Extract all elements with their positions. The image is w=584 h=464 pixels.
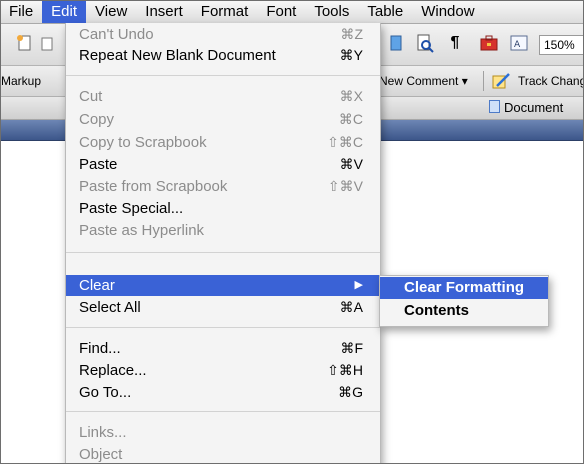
menu-item-clear[interactable]: Clear ▶ [66, 275, 380, 296]
menu-format[interactable]: Format [192, 1, 258, 23]
menu-item-copy-to-scrapbook[interactable]: Copy to Scrapbook ⇧⌘C [66, 132, 380, 153]
markup-label[interactable]: Markup [1, 74, 41, 88]
toolbox-icon[interactable] [479, 33, 499, 53]
menu-window[interactable]: Window [412, 1, 483, 23]
menu-edit[interactable]: Edit [42, 1, 87, 23]
menu-item-replace[interactable]: Replace... ⇧⌘H [66, 360, 380, 381]
show-formatting-icon[interactable]: ¶ [445, 33, 465, 53]
menu-item-paste[interactable]: Paste ⌘V [66, 154, 380, 175]
print-preview-icon[interactable] [415, 33, 435, 53]
zoom-field[interactable]: 150% [539, 35, 583, 55]
menu-separator [66, 411, 380, 412]
document-icon [489, 100, 500, 113]
new-document-icon[interactable] [15, 33, 35, 53]
submenu-item-clear-formatting[interactable]: Clear Formatting [380, 277, 548, 299]
menu-item-paste-as-hyperlink[interactable]: Paste as Hyperlink [66, 220, 380, 241]
document-tab[interactable]: Document [489, 100, 563, 115]
menu-item-find[interactable]: Find... ⌘F [66, 338, 380, 359]
menu-item-select-all[interactable]: Select All ⌘A [66, 297, 380, 318]
toolbar-divider [483, 71, 484, 91]
menu-bar: File Edit View Insert Format Font Tools … [1, 1, 583, 24]
clear-submenu: Clear Formatting Contents [379, 275, 549, 327]
menu-item-object[interactable]: Object [66, 444, 380, 463]
menu-item-cut[interactable]: Cut ⌘X [66, 86, 380, 107]
app-window: File Edit View Insert Format Font Tools … [0, 0, 584, 464]
submenu-arrow-icon: ▶ [354, 279, 363, 291]
text-box-icon[interactable]: A [509, 33, 529, 53]
menu-item-paste-from-scrapbook[interactable]: Paste from Scrapbook ⇧⌘V [66, 176, 380, 197]
sidebar-toggle-icon[interactable] [387, 33, 407, 53]
track-changes-label[interactable]: Track Changes [518, 74, 583, 88]
new-comment-button[interactable]: New Comment ▾ [379, 74, 468, 88]
menu-separator [66, 327, 380, 328]
document-tab-label: Document [504, 100, 564, 115]
menu-file[interactable]: File [1, 1, 42, 23]
new-comment-label: New Comment [379, 74, 459, 88]
submenu-item-contents[interactable]: Contents [380, 300, 548, 322]
menu-item-copy[interactable]: Copy ⌘C [66, 109, 380, 130]
menu-item-repeat[interactable]: Repeat New Blank Document ⌘Y [66, 45, 380, 66]
menu-item-go-to[interactable]: Go To... ⌘G [66, 382, 380, 403]
menu-item-paste-special[interactable]: Paste Special... [66, 198, 380, 219]
menu-font[interactable]: Font [257, 1, 305, 23]
chevron-down-icon: ▾ [461, 74, 468, 88]
menu-item-links[interactable]: Links... [66, 422, 380, 443]
menu-table[interactable]: Table [358, 1, 412, 23]
open-document-icon[interactable] [39, 33, 59, 53]
menu-view[interactable]: View [86, 1, 136, 23]
edit-menu: Can't Undo ⌘Z Repeat New Blank Document … [65, 23, 381, 463]
track-changes-icon[interactable] [491, 72, 511, 90]
menu-separator [66, 252, 380, 253]
svg-text:A: A [514, 40, 521, 50]
menu-insert[interactable]: Insert [136, 1, 192, 23]
menu-tools[interactable]: Tools [305, 1, 358, 23]
menu-separator [66, 75, 380, 76]
menu-item-cant-undo[interactable]: Can't Undo ⌘Z [66, 24, 380, 45]
